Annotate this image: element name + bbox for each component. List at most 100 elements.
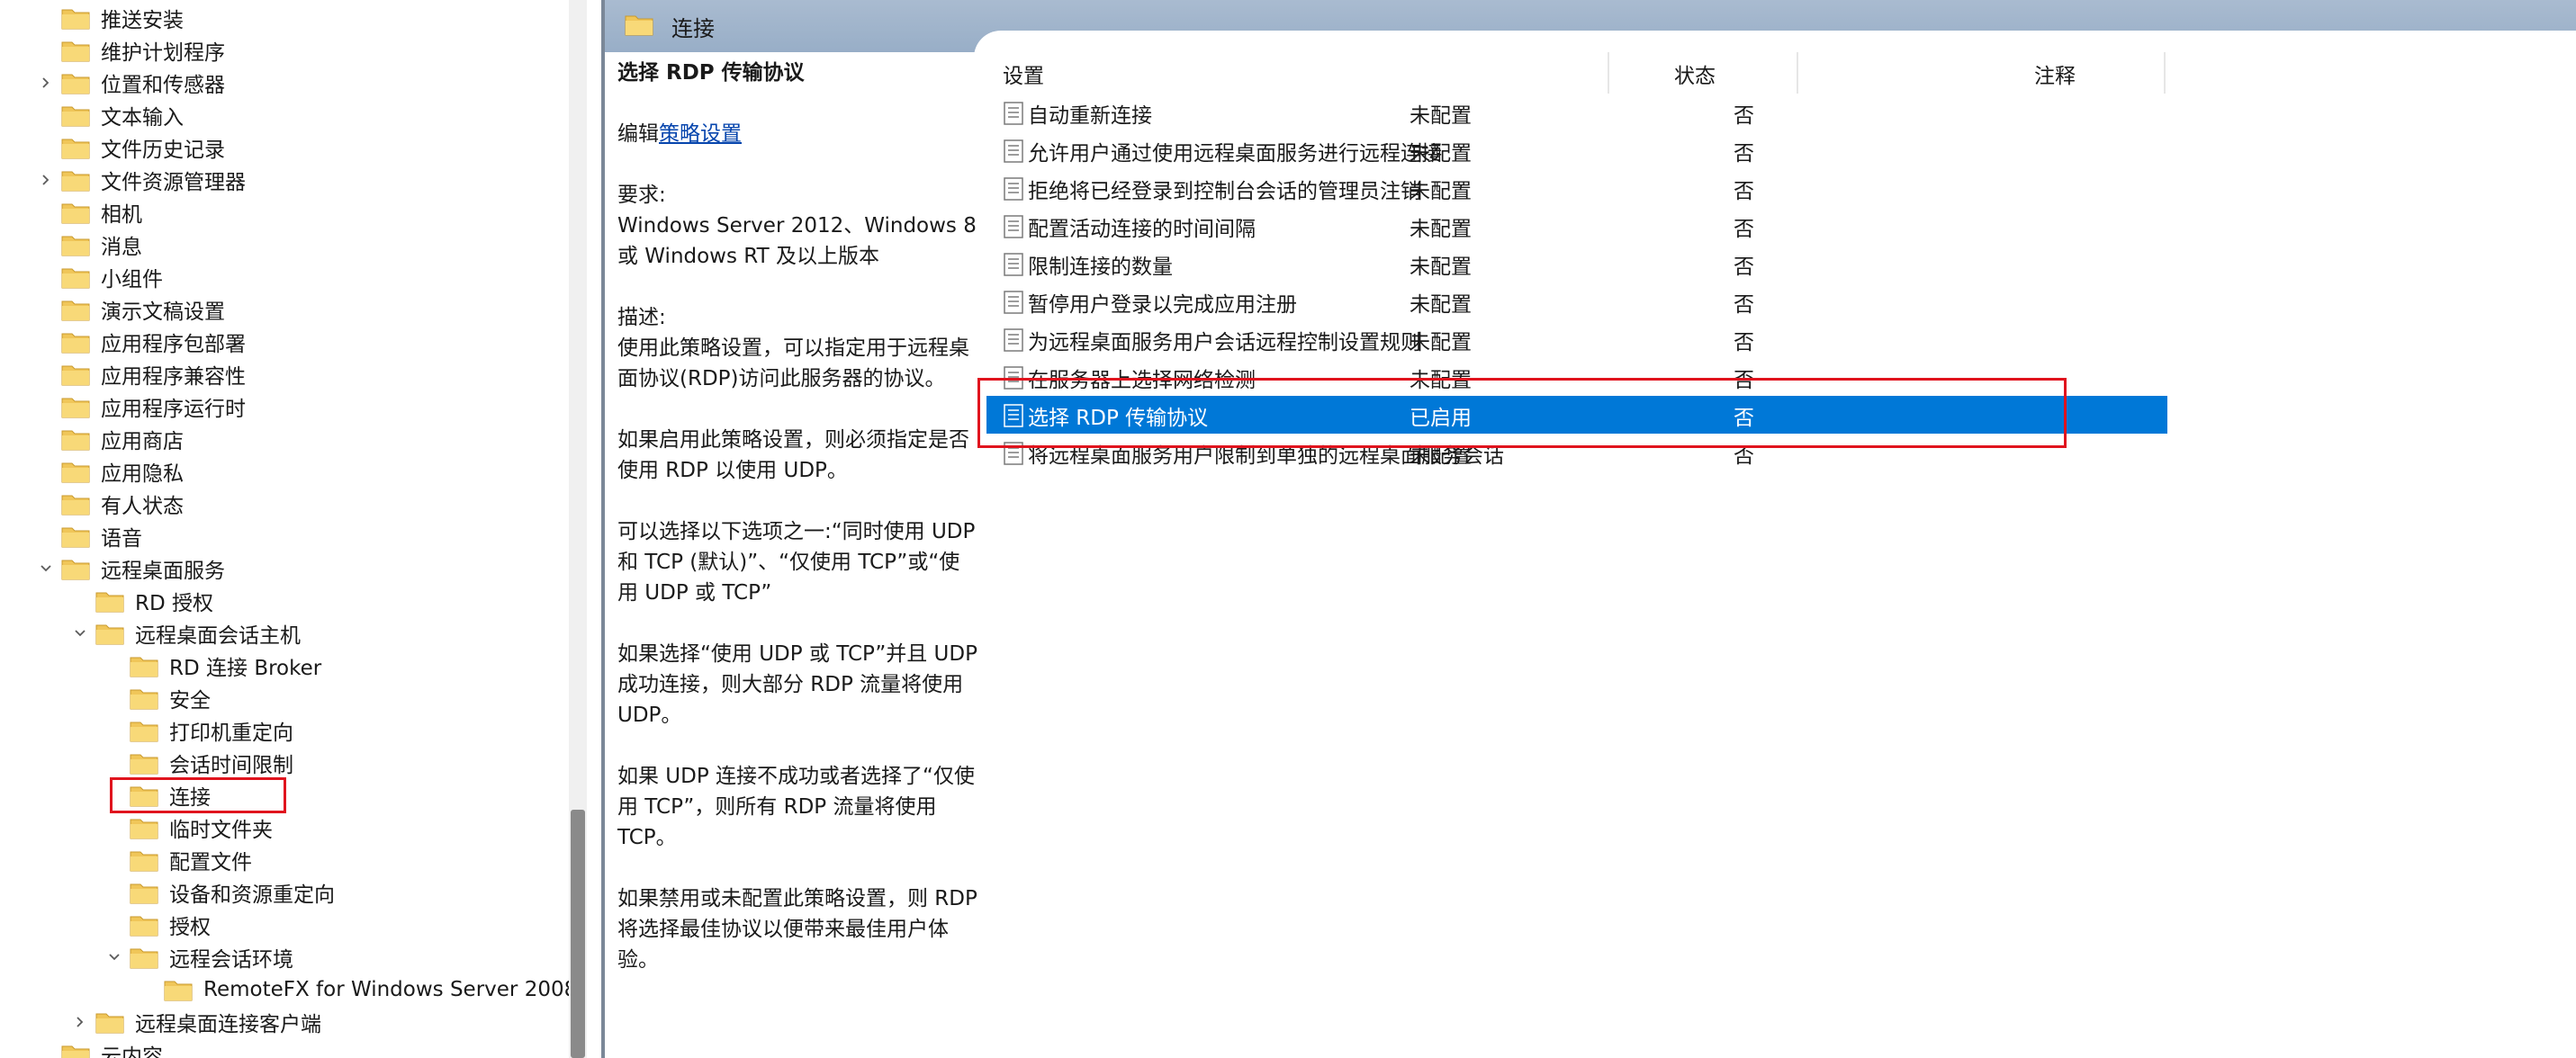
tree-item[interactable]: RD 授权: [95, 585, 213, 617]
tree-item[interactable]: 演示文稿设置: [61, 293, 225, 326]
tree-item[interactable]: RemoteFX for Windows Server 2008: [164, 973, 577, 1006]
folder-icon: [625, 15, 653, 36]
policy-name: 配置活动连接的时间间隔: [1028, 218, 1256, 241]
column-header-state[interactable]: 状态: [1674, 56, 1716, 92]
tree-item[interactable]: 应用隐私: [61, 455, 184, 488]
policy-state: 未配置: [1410, 218, 1472, 241]
tree-item[interactable]: 远程桌面服务: [61, 552, 225, 585]
chevron-right-icon[interactable]: [70, 1012, 90, 1032]
chevron-down-icon[interactable]: [104, 947, 124, 967]
column-separator[interactable]: [1797, 52, 1798, 94]
chevron-down-icon[interactable]: [36, 559, 56, 578]
tree-scrollbar-thumb[interactable]: [571, 810, 585, 1058]
folder-icon: [61, 560, 90, 580]
tree-item[interactable]: 消息: [61, 229, 142, 261]
tree-item[interactable]: 维护计划程序: [61, 34, 225, 67]
tree-item-label: 应用程序运行时: [101, 398, 246, 421]
tree-item-label: 临时文件夹: [169, 819, 273, 842]
column-header-note[interactable]: 注释: [2034, 56, 2076, 92]
column-header-setting[interactable]: 设置: [1003, 56, 1044, 92]
tree-item-label: 授权: [169, 916, 211, 939]
tree-item[interactable]: 应用程序兼容性: [61, 358, 246, 390]
tree-item[interactable]: 安全: [130, 682, 211, 714]
policy-row[interactable]: 允许用户通过使用远程桌面服务进行远程连接 未配置 否: [986, 131, 2167, 169]
policy-row[interactable]: 暂停用户登录以完成应用注册 未配置 否: [986, 282, 2167, 320]
chevron-right-icon[interactable]: [36, 170, 56, 190]
tree-item-label: 推送安装: [101, 9, 184, 32]
tree-item[interactable]: 远程会话环境: [130, 941, 293, 973]
folder-icon: [61, 1045, 90, 1058]
tree-item[interactable]: 会话时间限制: [130, 747, 293, 779]
tree-item[interactable]: 授权: [130, 909, 211, 941]
policy-row[interactable]: 限制连接的数量 未配置 否: [986, 245, 2167, 282]
tree-item[interactable]: 推送安装: [61, 2, 184, 34]
description-paragraph: 如果选择“使用 UDP 或 TCP”并且 UDP 成功连接，则大部分 RDP 流…: [617, 642, 977, 727]
policy-setting-icon: [1004, 253, 1023, 276]
tree-item[interactable]: 应用程序包部署: [61, 326, 246, 358]
folder-icon: [61, 106, 90, 127]
folder-icon: [130, 916, 158, 937]
policy-row[interactable]: 为远程桌面服务用户会话远程控制设置规则 未配置 否: [986, 320, 2167, 358]
tree-item[interactable]: 相机: [61, 196, 142, 229]
tree-item[interactable]: 云内容: [61, 1038, 163, 1058]
tree-item[interactable]: 小组件: [61, 261, 163, 293]
tree-item[interactable]: 临时文件夹: [130, 811, 273, 844]
policy-row[interactable]: 拒绝将已经登录到控制台会话的管理员注销 未配置 否: [986, 169, 2167, 207]
tree-item[interactable]: 远程桌面连接客户端: [95, 1006, 321, 1038]
column-separator[interactable]: [2164, 52, 2166, 94]
pane-divider[interactable]: [587, 0, 601, 1058]
tree-item[interactable]: RD 连接 Broker: [130, 650, 321, 682]
tree-item-label: RD 连接 Broker: [169, 657, 322, 680]
policy-name: 限制连接的数量: [1028, 256, 1173, 279]
tree-item-label: 会话时间限制: [169, 754, 293, 777]
folder-icon: [61, 203, 90, 224]
tree-item-label: 演示文稿设置: [101, 300, 225, 324]
folder-icon: [61, 430, 90, 451]
folder-icon: [61, 9, 90, 30]
chevron-down-icon[interactable]: [70, 623, 90, 643]
tree-item[interactable]: 设备和资源重定向: [130, 876, 335, 909]
folder-icon: [61, 300, 90, 321]
edit-prefix: 编辑: [617, 122, 659, 146]
tree-item-label: 位置和传感器: [101, 74, 225, 97]
tree-item[interactable]: 文件历史记录: [61, 131, 225, 164]
folder-icon: [95, 624, 124, 645]
tree-item[interactable]: 应用程序运行时: [61, 390, 246, 423]
tree-item[interactable]: 有人状态: [61, 488, 184, 520]
tree-item-label: 消息: [101, 236, 142, 259]
tree-item[interactable]: 文本输入: [61, 99, 184, 131]
policy-name: 自动重新连接: [1028, 104, 1152, 128]
policy-row[interactable]: 配置活动连接的时间间隔 未配置 否: [986, 207, 2167, 245]
policy-state: 未配置: [1410, 180, 1472, 203]
tree-item[interactable]: 配置文件: [130, 844, 252, 876]
tree-item-label: 配置文件: [169, 851, 252, 874]
tree-item-label: 应用隐私: [101, 462, 184, 486]
tree-item[interactable]: 远程桌面会话主机: [95, 617, 301, 650]
folder-icon: [61, 171, 90, 192]
edit-policy-link[interactable]: 策略设置: [659, 122, 742, 146]
folder-icon: [61, 398, 90, 418]
tree-item[interactable]: 应用商店: [61, 423, 184, 455]
tree-item[interactable]: 打印机重定向: [130, 714, 293, 747]
tree-item[interactable]: 位置和传感器: [61, 67, 225, 99]
policy-setting-icon: [1004, 328, 1023, 352]
policy-state: 未配置: [1410, 142, 1472, 166]
tree-item[interactable]: 语音: [61, 520, 142, 552]
tree-item[interactable]: 文件资源管理器: [61, 164, 246, 196]
tree-item-label: 小组件: [101, 268, 163, 291]
tree-item-label: 文本输入: [101, 106, 184, 130]
folder-icon: [61, 527, 90, 548]
policy-state: 未配置: [1410, 104, 1472, 128]
tree-item-label: 语音: [101, 527, 142, 551]
folder-icon: [95, 1013, 124, 1034]
tree-item-label: 远程桌面服务: [101, 560, 225, 583]
tree-item-label: 设备和资源重定向: [169, 883, 335, 907]
column-separator[interactable]: [1608, 52, 1609, 94]
policy-setting-icon: [1004, 177, 1023, 201]
policy-row[interactable]: 自动重新连接 未配置 否: [986, 94, 2167, 131]
tree-item-label: 应用商店: [101, 430, 184, 453]
chevron-right-icon[interactable]: [36, 73, 56, 93]
description-paragraph: 使用此策略设置，可以指定用于远程桌面协议(RDP)访问此服务器的协议。: [617, 336, 969, 390]
highlight-box-tree: [110, 777, 286, 813]
folder-icon: [130, 722, 158, 742]
